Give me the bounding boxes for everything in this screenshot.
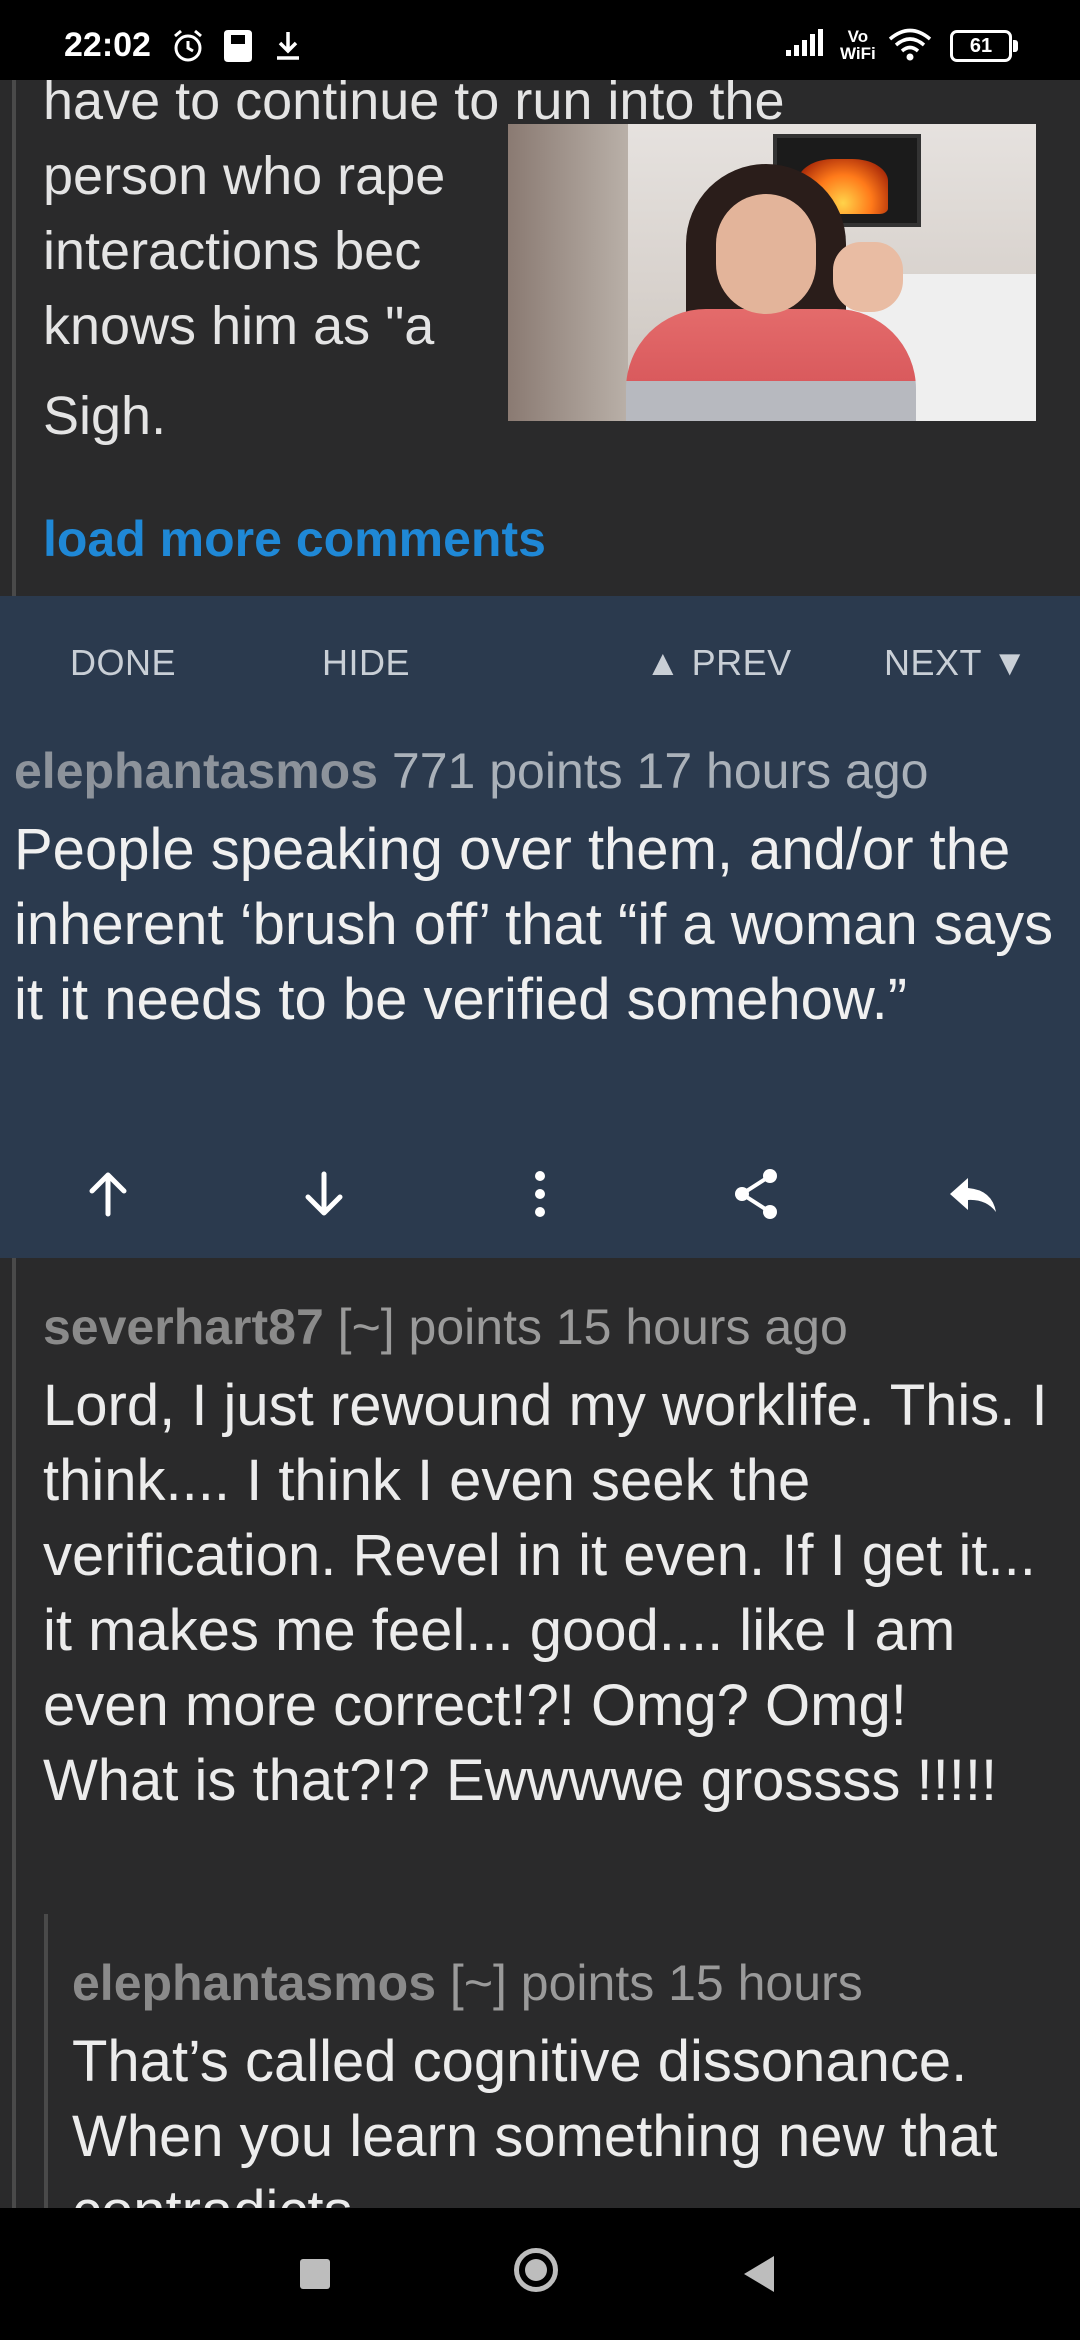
wifi-icon [888, 28, 932, 61]
battery-icon: 61 [950, 30, 1018, 62]
reply-meta: elephantasmos [~] points 15 hours [72, 1954, 863, 2012]
comment-meta: severhart87 [~] points 15 hours ago [43, 1298, 848, 1356]
reply-author[interactable]: elephantasmos [72, 1955, 436, 2011]
upvote-arrow-icon[interactable] [78, 1164, 138, 1224]
vowifi-indicator: Vo WiFi [840, 28, 876, 62]
video-person-body [626, 309, 916, 421]
prev-button[interactable]: ▲ PREV [645, 642, 792, 684]
thread-rule [12, 1258, 16, 2208]
reply-icon[interactable] [942, 1164, 1002, 1224]
comment-actions [0, 1136, 1080, 1246]
comment-body: Lord, I just rewound my worklife. This. … [43, 1373, 1048, 1813]
share-icon[interactable] [726, 1164, 786, 1224]
downvote-arrow-icon[interactable] [294, 1164, 354, 1224]
load-more-comments-link[interactable]: load more comments [43, 510, 546, 568]
video-shelf [508, 124, 628, 421]
comment-body: People speaking over them, and/or the in… [14, 817, 1054, 1032]
comment-author[interactable]: elephantasmos [14, 743, 378, 799]
thread-rule [12, 80, 16, 596]
status-bar: 22:02 Vo WiFi 61 [0, 0, 1080, 80]
comment-author[interactable]: severhart87 [43, 1299, 324, 1355]
download-icon [277, 32, 299, 60]
status-time: 22:02 [64, 26, 151, 64]
back-icon[interactable] [744, 2256, 774, 2292]
signal-icon [786, 29, 823, 56]
comment-meta: elephantasmos 771 points 17 hours ago [14, 742, 928, 800]
video-person-face [716, 194, 816, 314]
video-person-hand [833, 242, 903, 312]
recent-apps-icon[interactable] [300, 2259, 330, 2289]
sd-card-icon [224, 30, 252, 62]
hide-button[interactable]: HIDE [322, 642, 410, 684]
next-button[interactable]: NEXT ▼ [884, 642, 1028, 684]
home-icon[interactable] [514, 2248, 558, 2292]
comment-thread: severhart87 [~] points 15 hours ago Lord… [0, 1258, 1080, 2208]
reply-thread-rule [44, 1914, 48, 2208]
pip-video-overlay[interactable] [508, 124, 1036, 421]
comment-points-time: [~] points 15 hours ago [337, 1299, 848, 1355]
vowifi-top: Vo [847, 27, 869, 46]
alarm-icon [174, 29, 202, 62]
selected-comment: DONE HIDE ▲ PREV NEXT ▼ elephantasmos 77… [0, 596, 1080, 1258]
more-vert-icon[interactable] [510, 1164, 570, 1224]
system-nav-bar [0, 2208, 1080, 2340]
comment-nav-toolbar: DONE HIDE ▲ PREV NEXT ▼ [0, 596, 1080, 726]
vowifi-bottom: WiFi [840, 44, 876, 63]
reply-body: That’s called cognitive dissonance. When… [72, 2029, 998, 2208]
comment-points-time: 771 points 17 hours ago [391, 743, 929, 799]
done-button[interactable]: DONE [70, 642, 176, 684]
previous-comment-last-line: Sigh. [43, 386, 167, 446]
reply-points-time: [~] points 15 hours [449, 1955, 863, 2011]
